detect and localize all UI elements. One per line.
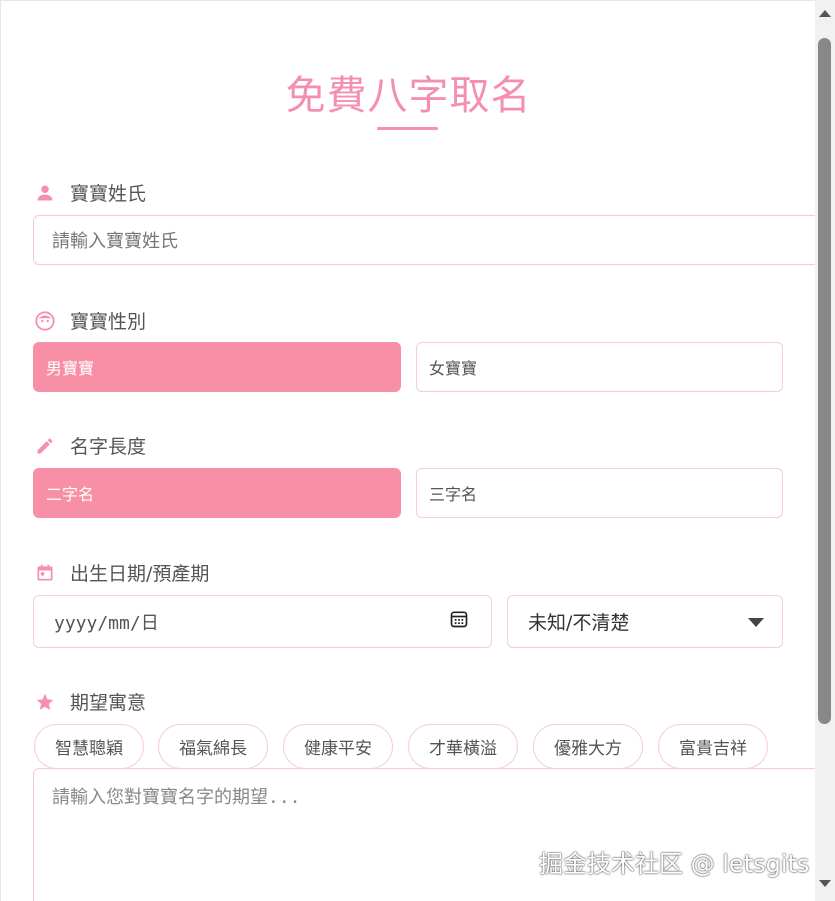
watermark-text: 掘金技术社区 @ letsgits: [539, 850, 810, 878]
meaning-chip[interactable]: 健康平安: [283, 724, 393, 769]
gender-option-boy[interactable]: 男寶寶: [33, 342, 401, 392]
meaning-chip-label: 才華橫溢: [429, 739, 497, 759]
birth-time-select[interactable]: 未知/不清楚: [507, 595, 783, 648]
meaning-textarea[interactable]: 請輸入您對寶寶名字的期望...: [33, 768, 815, 901]
title-underline: [377, 127, 438, 130]
surname-input[interactable]: 請輸入寶寶姓氏: [33, 215, 815, 265]
birth-date-input[interactable]: yyyy/mm/日: [33, 595, 492, 648]
surname-placeholder: 請輸入寶寶姓氏: [52, 231, 178, 252]
person-icon: [34, 182, 56, 204]
date-picker-icon[interactable]: [449, 609, 469, 634]
name-length-option-three-label: 三字名: [429, 485, 478, 504]
meaning-label: 期望寓意: [70, 692, 147, 714]
gender-label: 寶寶性別: [70, 311, 147, 333]
gender-option-boy-label: 男寶寶: [46, 359, 95, 378]
meaning-chip[interactable]: 才華橫溢: [408, 724, 518, 769]
birth-label-row: 出生日期/預產期: [34, 559, 209, 586]
scroll-down-arrow-icon[interactable]: [819, 880, 831, 887]
name-length-option-two-label: 二字名: [46, 485, 95, 504]
gender-option-girl-label: 女寶寶: [429, 359, 478, 378]
birth-time-select-value: 未知/不清楚: [528, 612, 630, 634]
star-icon: [34, 691, 56, 713]
birth-date-placeholder: yyyy/mm/日: [54, 612, 159, 634]
page-title: 免費八字取名: [285, 73, 532, 119]
meaning-chip[interactable]: 富貴吉祥: [658, 724, 768, 769]
chevron-down-icon: [748, 611, 764, 633]
meaning-chip[interactable]: 優雅大方: [533, 724, 643, 769]
meaning-chip[interactable]: 智慧聰穎: [34, 724, 144, 769]
naming-form-page: 免費八字取名 寶寶姓氏 請輸入寶寶姓氏 寶寶性別 男寶寶 女寶寶 名字長度 二字…: [0, 0, 815, 901]
name-length-label-row: 名字長度: [34, 432, 146, 459]
meaning-chip-label: 優雅大方: [554, 739, 622, 759]
calendar-icon: [34, 562, 56, 584]
pencil-icon: [34, 435, 56, 457]
surname-label: 寶寶姓氏: [70, 183, 147, 205]
gender-option-girl[interactable]: 女寶寶: [416, 342, 783, 392]
vertical-scrollbar[interactable]: [815, 0, 835, 901]
name-length-option-two[interactable]: 二字名: [33, 468, 401, 518]
meaning-chip[interactable]: 福氣綿長: [158, 724, 268, 769]
name-length-option-three[interactable]: 三字名: [416, 468, 783, 518]
baby-face-icon: [34, 310, 56, 332]
meaning-chip-label: 富貴吉祥: [679, 739, 747, 759]
meaning-textarea-placeholder: 請輸入您對寶寶名字的期望...: [52, 787, 301, 808]
name-length-label: 名字長度: [70, 436, 147, 458]
surname-label-row: 寶寶姓氏: [34, 179, 146, 206]
scroll-up-arrow-icon[interactable]: [819, 10, 831, 17]
meaning-chip-label: 智慧聰穎: [55, 739, 123, 759]
birth-label: 出生日期/預產期: [70, 563, 210, 585]
meaning-label-row: 期望寓意: [34, 688, 146, 715]
scrollbar-thumb[interactable]: [818, 38, 831, 724]
gender-label-row: 寶寶性別: [34, 307, 146, 334]
meaning-chip-label: 健康平安: [304, 739, 372, 759]
meaning-chip-label: 福氣綿長: [179, 739, 247, 759]
